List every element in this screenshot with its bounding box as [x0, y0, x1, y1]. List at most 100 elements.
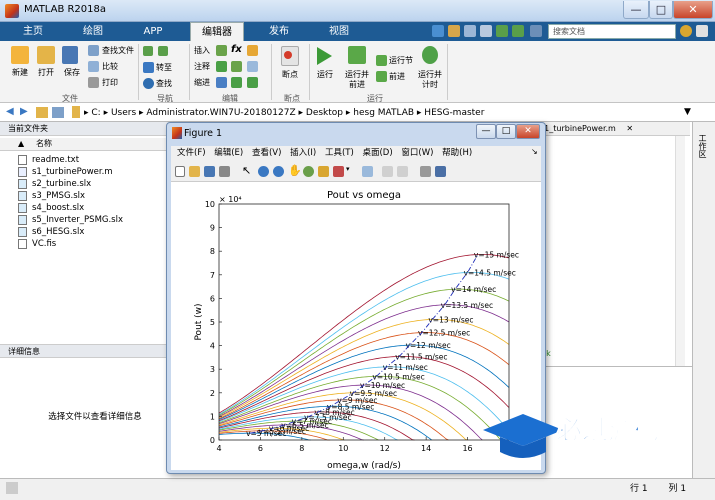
redo-icon[interactable] — [512, 25, 524, 37]
maximize-button[interactable]: □ — [649, 1, 673, 19]
open-button[interactable]: 打开 — [32, 68, 60, 78]
show-plot-tools-icon[interactable] — [435, 166, 446, 177]
brush-icon[interactable] — [333, 166, 344, 177]
close-tab-icon[interactable]: ✕ — [626, 124, 633, 133]
rotate-3d-icon[interactable] — [303, 166, 314, 177]
figure-minimize-button[interactable]: — — [476, 124, 496, 139]
file-item[interactable]: s1_turbinePower.m — [18, 166, 113, 178]
uncomment-icon[interactable] — [231, 61, 242, 72]
menu-insert[interactable]: 插入(I) — [290, 148, 316, 158]
breadcrumb-drive[interactable]: C: — [91, 108, 100, 118]
forward-icon[interactable]: ▶ — [20, 106, 28, 117]
save-button[interactable]: 保存 — [58, 68, 86, 78]
breadcrumb-admin[interactable]: Administrator.WIN7U-20180127Z — [146, 108, 295, 118]
wrap-comments-icon[interactable] — [247, 61, 258, 72]
tab-view[interactable]: 视图 — [314, 22, 364, 41]
menu-tools[interactable]: 工具(T) — [325, 148, 354, 158]
file-item[interactable]: VC.fis — [18, 238, 56, 250]
tab-plots[interactable]: 绘图 — [68, 22, 118, 41]
cut-icon[interactable] — [448, 25, 460, 37]
notification-icon[interactable] — [680, 25, 692, 37]
menu-help[interactable]: 帮助(H) — [442, 148, 472, 158]
tab-apps[interactable]: APP — [128, 22, 178, 41]
menu-file[interactable]: 文件(F) — [177, 148, 206, 158]
figure-close-button[interactable]: ✕ — [516, 124, 540, 139]
file-item[interactable]: s5_Inverter_PSMG.slx — [18, 214, 123, 226]
editor-area[interactable] — [540, 136, 690, 366]
minimize-button[interactable]: — — [623, 1, 649, 19]
data-cursor-icon[interactable] — [318, 166, 329, 177]
copy-icon[interactable] — [464, 25, 476, 37]
menu-edit[interactable]: 编辑(E) — [214, 148, 243, 158]
insert-menu-icon[interactable] — [247, 45, 258, 56]
search-docs-input[interactable]: 搜索文档 — [548, 24, 676, 39]
file-item[interactable]: readme.txt — [18, 154, 79, 166]
tab-publish[interactable]: 发布 — [254, 22, 304, 41]
tab-home[interactable]: 主页 — [8, 22, 58, 41]
breadcrumb-users[interactable]: Users — [111, 108, 136, 118]
back-arrow-icon[interactable] — [143, 46, 153, 56]
parent-folder-icon[interactable] — [36, 107, 48, 118]
insert-section-icon[interactable] — [216, 45, 227, 56]
new-button[interactable]: 新建 — [6, 68, 34, 78]
insert-legend-icon[interactable] — [397, 166, 408, 177]
indent-button[interactable]: 缩进 — [194, 77, 210, 89]
file-item[interactable]: s4_boost.slx — [18, 202, 84, 214]
paste-icon[interactable] — [480, 25, 492, 37]
compare-button[interactable]: 比较 — [102, 61, 118, 73]
zoom-in-icon[interactable] — [258, 166, 269, 177]
pan-icon[interactable]: ✋ — [288, 164, 302, 177]
link-plot-icon[interactable] — [362, 166, 373, 177]
browse-folder-icon[interactable] — [52, 107, 64, 118]
help-icon[interactable] — [696, 25, 708, 37]
switch-windows-icon[interactable] — [530, 25, 542, 37]
print-button[interactable]: 打印 — [102, 77, 118, 89]
run-and-time-button[interactable]: 运行并 计时 — [415, 70, 445, 90]
run-button[interactable]: 运行 — [311, 70, 339, 80]
brush-dropdown-icon[interactable]: ▾ — [346, 165, 350, 173]
smart-indent-icon[interactable] — [216, 77, 227, 88]
run-section-button[interactable]: 运行节 — [389, 55, 413, 67]
breadcrumb-hesg-matlab[interactable]: hesg MATLAB — [353, 108, 414, 118]
goto-button[interactable]: 转至 — [156, 62, 172, 74]
advance-button[interactable]: 前进 — [389, 71, 405, 83]
menu-desktop[interactable]: 桌面(D) — [362, 148, 392, 158]
close-button[interactable]: ✕ — [673, 1, 713, 19]
print-figure-icon[interactable] — [219, 166, 230, 177]
comment-button[interactable]: 注释 — [194, 61, 210, 73]
find-files-button[interactable]: 查找文件 — [102, 45, 134, 57]
editor-scrollbar[interactable] — [675, 136, 685, 366]
file-item[interactable]: s3_PMSG.slx — [18, 190, 85, 202]
breadcrumb-desktop[interactable]: Desktop — [306, 108, 343, 118]
zoom-out-icon[interactable] — [273, 166, 284, 177]
menu-window[interactable]: 窗口(W) — [401, 148, 433, 158]
file-item[interactable]: s6_HESG.slx — [18, 226, 84, 238]
menu-view[interactable]: 查看(V) — [252, 148, 281, 158]
undo-icon[interactable] — [496, 25, 508, 37]
back-icon[interactable]: ◀ — [6, 106, 14, 117]
indent-icon[interactable] — [231, 77, 242, 88]
save-figure-icon[interactable] — [204, 166, 215, 177]
insert-colorbar-icon[interactable] — [382, 166, 393, 177]
breadcrumb-hesg-master[interactable]: HESG-master — [424, 108, 484, 118]
open-file-icon[interactable] — [189, 166, 200, 177]
address-dropdown-icon[interactable]: ▼ — [684, 107, 691, 117]
fx-button[interactable]: fx — [231, 44, 242, 55]
hide-plot-tools-icon[interactable] — [420, 166, 431, 177]
workspace-tab[interactable]: 工作区 — [697, 134, 708, 158]
comment-percent-icon[interactable] — [216, 61, 227, 72]
name-column-header[interactable]: 名称 — [0, 138, 170, 151]
editor-tab[interactable]: s1_turbinePower.m — [540, 124, 616, 133]
outdent-icon[interactable] — [247, 77, 258, 88]
menu-dock-icon[interactable]: ↘ — [531, 147, 538, 156]
tab-editor[interactable]: 编辑器 — [190, 22, 244, 41]
sort-asc-icon[interactable]: ▲ — [18, 139, 24, 148]
run-and-advance-button[interactable]: 运行并 前进 — [342, 70, 372, 90]
find-button[interactable]: 查找 — [156, 78, 172, 90]
breakpoints-button[interactable]: 断点 — [276, 70, 304, 80]
save-quick-icon[interactable] — [432, 25, 444, 37]
new-figure-icon[interactable] — [175, 166, 185, 177]
edit-plot-icon[interactable]: ↖ — [242, 164, 251, 177]
file-item[interactable]: s2_turbine.slx — [18, 178, 91, 190]
figure-maximize-button[interactable]: □ — [496, 124, 516, 139]
